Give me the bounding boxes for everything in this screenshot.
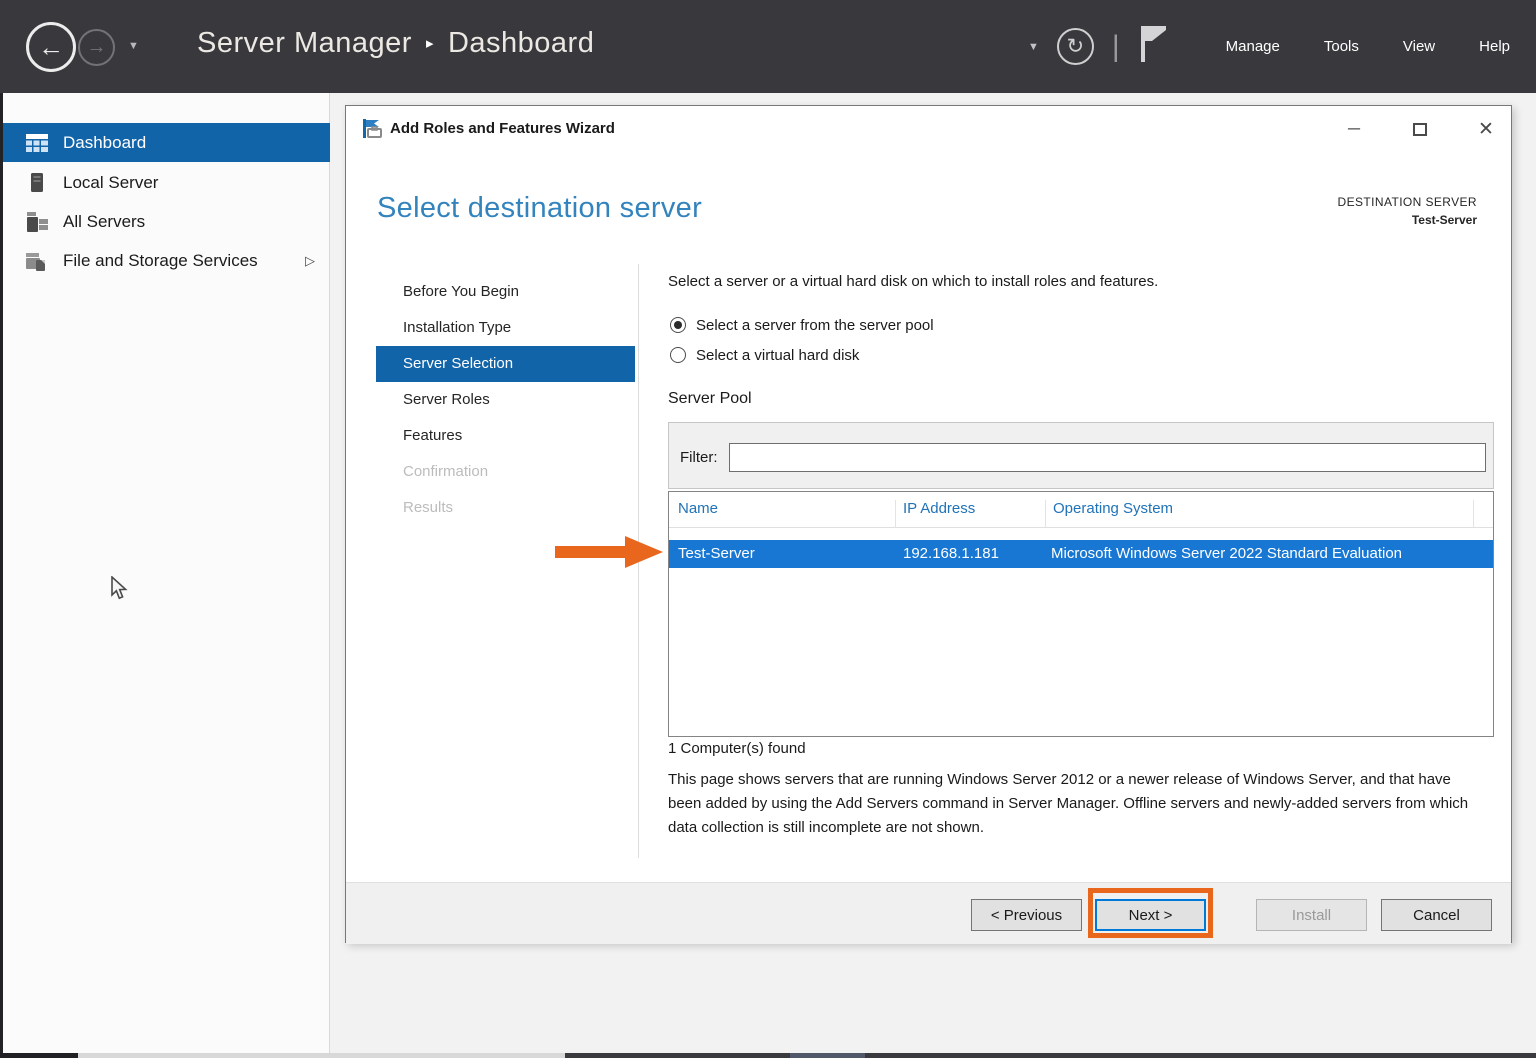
destination-server-block: DESTINATION SERVER Test-Server [1338, 195, 1477, 227]
notifications-flag-button[interactable] [1138, 24, 1168, 69]
step-server-roles[interactable]: Server Roles [376, 382, 635, 418]
cell-ip-address: 192.168.1.181 [903, 545, 999, 562]
table-row-test-server[interactable]: Test-Server 192.168.1.181 Microsoft Wind… [669, 540, 1493, 568]
add-roles-features-wizard-dialog: Add Roles and Features Wizard ─ ✕ Select… [345, 105, 1512, 943]
table-header: Name IP Address Operating System [669, 492, 1493, 528]
taskbar-edge [0, 1053, 1536, 1058]
back-button[interactable]: ← [26, 22, 76, 72]
column-divider [895, 500, 896, 528]
cell-name: Test-Server [678, 545, 755, 562]
sidebar-item-label: File and Storage Services [63, 251, 258, 271]
filter-label: Filter: [680, 449, 718, 466]
breadcrumb-current[interactable]: Dashboard [448, 27, 594, 59]
step-server-selection[interactable]: Server Selection [376, 346, 635, 382]
topbar-separator: | [1112, 30, 1120, 64]
dashboard-grid-icon [25, 134, 49, 152]
menu-tools[interactable]: Tools [1324, 38, 1359, 55]
dialog-title: Add Roles and Features Wizard [390, 120, 615, 137]
sidebar-item-dashboard[interactable]: Dashboard [3, 123, 330, 162]
wizard-app-icon [362, 119, 382, 143]
wizard-steps: Before You Begin Installation Type Serve… [376, 274, 635, 526]
topbar: ← → ▼ Server Manager ▸ Dashboard ▼ ↻ | Man… [0, 0, 1536, 93]
local-server-icon [25, 173, 49, 192]
flag-icon [1138, 24, 1168, 64]
back-arrow-icon: ← [38, 32, 64, 63]
forward-arrow-icon: → [87, 36, 107, 59]
filter-panel: Filter: [668, 422, 1494, 489]
column-divider [1473, 500, 1474, 528]
page-note: This page shows servers that are running… [668, 768, 1486, 840]
nav-history-caret-icon[interactable]: ▼ [128, 40, 139, 52]
next-button-highlight-box [1088, 888, 1213, 938]
install-button: Install [1256, 899, 1367, 931]
expand-arrow-icon[interactable]: ▷ [305, 253, 315, 269]
column-divider [1045, 500, 1046, 528]
dialog-titlebar[interactable]: Add Roles and Features Wizard ─ ✕ [346, 106, 1511, 152]
sidebar-item-file-storage-services[interactable]: File and Storage Services ▷ [3, 241, 330, 280]
radio-unselected-icon [670, 347, 686, 363]
maximize-button[interactable] [1398, 114, 1442, 144]
step-installation-type[interactable]: Installation Type [376, 310, 635, 346]
menu-help[interactable]: Help [1479, 38, 1510, 55]
all-servers-icon [25, 212, 49, 232]
previous-button[interactable]: < Previous [971, 899, 1082, 931]
mouse-cursor-icon [111, 576, 128, 600]
minimize-button[interactable]: ─ [1332, 114, 1376, 144]
cell-operating-system: Microsoft Windows Server 2022 Standard E… [1051, 545, 1402, 562]
intro-text: Select a server or a virtual hard disk o… [668, 273, 1158, 290]
refresh-button[interactable]: ↻ [1057, 28, 1094, 65]
step-results: Results [376, 490, 635, 526]
row-pointer-arrow-icon [555, 536, 667, 568]
radio-server-pool[interactable]: Select a server from the server pool [670, 314, 934, 336]
close-button[interactable]: ✕ [1464, 114, 1508, 144]
sidebar-item-local-server[interactable]: Local Server [3, 163, 330, 202]
cancel-button[interactable]: Cancel [1381, 899, 1492, 931]
minimize-icon: ─ [1348, 119, 1360, 139]
destination-server-label: DESTINATION SERVER [1338, 195, 1477, 209]
column-header-operating-system[interactable]: Operating System [1053, 500, 1173, 517]
radio-selected-icon [670, 317, 686, 333]
radio-virtual-hard-disk[interactable]: Select a virtual hard disk [670, 344, 859, 366]
step-before-you-begin[interactable]: Before You Begin [376, 274, 635, 310]
notifications-caret-icon[interactable]: ▼ [1028, 41, 1039, 53]
result-count: 1 Computer(s) found [668, 740, 806, 757]
step-features[interactable]: Features [376, 418, 635, 454]
close-icon: ✕ [1478, 118, 1494, 141]
sidebar-item-label: Dashboard [63, 133, 146, 153]
page-title: Select destination server [377, 192, 702, 225]
radio-label: Select a virtual hard disk [696, 347, 859, 364]
refresh-icon: ↻ [1067, 34, 1085, 59]
breadcrumb-separator-icon: ▸ [426, 35, 434, 52]
menu-manage[interactable]: Manage [1226, 38, 1280, 55]
file-storage-icon [25, 251, 49, 271]
forward-button[interactable]: → [78, 29, 115, 66]
sidebar-item-label: Local Server [63, 173, 158, 193]
server-pool-title: Server Pool [668, 390, 752, 408]
menu-view[interactable]: View [1403, 38, 1435, 55]
step-confirmation: Confirmation [376, 454, 635, 490]
breadcrumb-root[interactable]: Server Manager [197, 27, 412, 59]
radio-label: Select a server from the server pool [696, 317, 934, 334]
server-pool-table: Name IP Address Operating System Test-Se… [668, 491, 1494, 737]
column-header-name[interactable]: Name [678, 500, 718, 517]
sidebar-item-all-servers[interactable]: All Servers [3, 202, 330, 241]
dialog-button-bar: < Previous Next > Install Cancel [346, 882, 1511, 944]
column-header-ip-address[interactable]: IP Address [903, 500, 975, 517]
sidebar-item-label: All Servers [63, 212, 145, 232]
breadcrumb: Server Manager ▸ Dashboard [197, 27, 594, 60]
destination-server-value: Test-Server [1338, 213, 1477, 227]
maximize-icon [1413, 123, 1427, 136]
filter-input[interactable] [729, 443, 1486, 472]
sidebar: Dashboard Local Server All Servers File … [3, 93, 330, 1053]
